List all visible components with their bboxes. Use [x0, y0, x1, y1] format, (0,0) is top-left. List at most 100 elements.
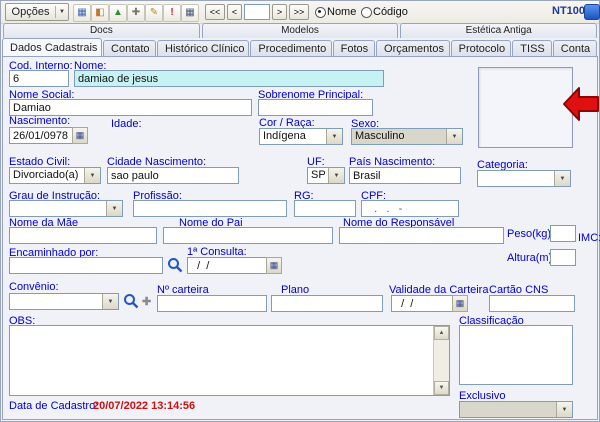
scroll-track[interactable]: [434, 340, 449, 381]
nome-responsavel-input[interactable]: [339, 227, 504, 244]
nome-pai-input[interactable]: [163, 227, 333, 244]
annotation-arrow: [561, 85, 600, 123]
chart-icon[interactable]: ▲: [109, 4, 127, 22]
tab-docs[interactable]: Docs: [3, 23, 200, 38]
add-icon[interactable]: ✚: [142, 295, 151, 308]
data-cadastro-label: Data de Cadastro:: [9, 400, 98, 412]
categoria-value: [478, 171, 554, 186]
tab-procedimento[interactable]: Procedimento: [250, 40, 331, 57]
classificacao-listbox[interactable]: [459, 325, 573, 385]
cpf-input[interactable]: [361, 200, 459, 217]
tab-conta[interactable]: Conta: [553, 40, 597, 57]
search-icon[interactable]: [167, 257, 183, 273]
chevron-down-icon: ▼: [556, 402, 572, 417]
validade-calendar-button[interactable]: ▦: [452, 295, 468, 312]
peso-label: Peso(kg): [507, 228, 551, 240]
spreadsheet-icon[interactable]: ▦: [73, 4, 91, 22]
patient-photo-placeholder[interactable]: [478, 67, 573, 148]
nome-input[interactable]: [74, 70, 384, 87]
nav-last-button[interactable]: >>: [289, 4, 309, 20]
record-number-input[interactable]: [244, 4, 270, 20]
tab-orcamentos[interactable]: Orçamentos: [376, 40, 450, 57]
options-label: Opções: [6, 6, 55, 18]
radio-nome[interactable]: [315, 7, 326, 18]
chevron-down-icon: ▼: [84, 168, 100, 183]
nome-social-input[interactable]: [9, 99, 252, 116]
obs-text[interactable]: [10, 326, 433, 395]
tab-fotos[interactable]: Fotos: [333, 40, 375, 57]
tab-contato[interactable]: Contato: [103, 40, 156, 57]
alert-icon[interactable]: !: [163, 4, 181, 22]
tab-modelos[interactable]: Modelos: [202, 23, 399, 38]
primeira-consulta-input[interactable]: [187, 257, 267, 274]
main-tab-strip: Dados Cadastrais Contato Histórico Clíni…: [2, 38, 598, 57]
tab-historico-clinico[interactable]: Histórico Clínico: [157, 40, 249, 57]
add-record-icon[interactable]: ✚: [127, 4, 145, 22]
primeira-consulta-calendar-button[interactable]: ▦: [266, 257, 282, 274]
peso-input[interactable]: [550, 225, 576, 242]
validade-carteira-input[interactable]: [391, 295, 453, 312]
chevron-down-icon: ▼: [56, 9, 68, 15]
sexo-select[interactable]: Masculino ▼: [351, 128, 463, 145]
radio-nome-label: Nome: [327, 6, 356, 18]
edit-icon[interactable]: ✎: [145, 4, 163, 22]
secondary-tab-strip: Docs Modelos Estética Antiga: [2, 23, 598, 38]
rg-input[interactable]: [294, 200, 356, 217]
exclusivo-value: [460, 402, 556, 417]
cod-interno-input[interactable]: [9, 70, 69, 87]
tab-tiss[interactable]: TISS: [512, 40, 552, 57]
obs-scrollbar[interactable]: ▲ ▼: [433, 326, 449, 395]
uf-value: SP: [308, 168, 328, 183]
nome-mae-input[interactable]: [9, 227, 157, 244]
nascimento-label: Nascimento:: [9, 115, 70, 127]
cidade-nascimento-input[interactable]: [107, 167, 239, 184]
convenio-select[interactable]: ▼: [9, 293, 119, 310]
pais-nascimento-input[interactable]: [349, 167, 461, 184]
profissao-input[interactable]: [133, 200, 287, 217]
encaminhado-input[interactable]: [9, 257, 163, 274]
data-cadastro-value: 20/07/2022 13:14:56: [93, 400, 195, 412]
toolbar: Opções ▼ ▦ ◧ ▲ ✚ ✎ ! ▦ << < > >> Nome Có…: [1, 1, 599, 24]
options-button[interactable]: Opções ▼: [5, 3, 69, 21]
search-icon[interactable]: [123, 293, 139, 309]
palette-icon[interactable]: ◧: [91, 4, 109, 22]
convenio-label: Convênio:: [9, 281, 59, 293]
calendar-icon[interactable]: ▦: [181, 4, 199, 22]
grau-instrucao-select[interactable]: ▼: [9, 200, 123, 217]
cor-raca-value: Indígena: [260, 129, 326, 144]
categoria-select[interactable]: ▼: [477, 170, 571, 187]
tab-estetica-antiga[interactable]: Estética Antiga: [400, 23, 597, 38]
sobrenome-input[interactable]: [258, 99, 373, 116]
nav-prev-button[interactable]: <: [227, 4, 242, 20]
uf-select[interactable]: SP ▼: [307, 167, 345, 184]
estado-civil-select[interactable]: Divorciado(a) ▼: [9, 167, 101, 184]
cartao-cns-input[interactable]: [489, 295, 575, 312]
plano-input[interactable]: [271, 295, 383, 312]
exclusivo-select[interactable]: ▼: [459, 401, 573, 418]
nav-first-button[interactable]: <<: [205, 4, 225, 20]
idade-label: Idade:: [111, 118, 142, 130]
radio-codigo[interactable]: [361, 7, 372, 18]
radio-codigo-label: Código: [373, 6, 408, 18]
patient-record-window: Opções ▼ ▦ ◧ ▲ ✚ ✎ ! ▦ << < > >> Nome Có…: [0, 0, 600, 422]
scroll-up-icon[interactable]: ▲: [434, 326, 449, 340]
chevron-down-icon: ▼: [106, 201, 122, 216]
sexo-value: Masculino: [352, 129, 446, 144]
radio-dot: [318, 10, 321, 13]
tab-protocolo[interactable]: Protocolo: [451, 40, 512, 57]
estado-civil-value: Divorciado(a): [10, 168, 84, 183]
nav-next-button[interactable]: >: [272, 4, 287, 20]
nascimento-calendar-button[interactable]: ▦: [72, 127, 88, 144]
chevron-down-icon: ▼: [446, 129, 462, 144]
brand-icon: [584, 4, 600, 20]
altura-label: Altura(m): [507, 252, 552, 264]
chevron-down-icon: ▼: [326, 129, 342, 144]
num-carteira-input[interactable]: [157, 295, 267, 312]
obs-textarea[interactable]: ▲ ▼: [9, 325, 450, 396]
cor-raca-select[interactable]: Indígena ▼: [259, 128, 343, 145]
nascimento-input[interactable]: [9, 127, 73, 144]
altura-input[interactable]: [550, 249, 576, 266]
chevron-down-icon: ▼: [102, 294, 118, 309]
tab-dados-cadastrais[interactable]: Dados Cadastrais: [2, 38, 102, 57]
scroll-down-icon[interactable]: ▼: [434, 381, 449, 395]
